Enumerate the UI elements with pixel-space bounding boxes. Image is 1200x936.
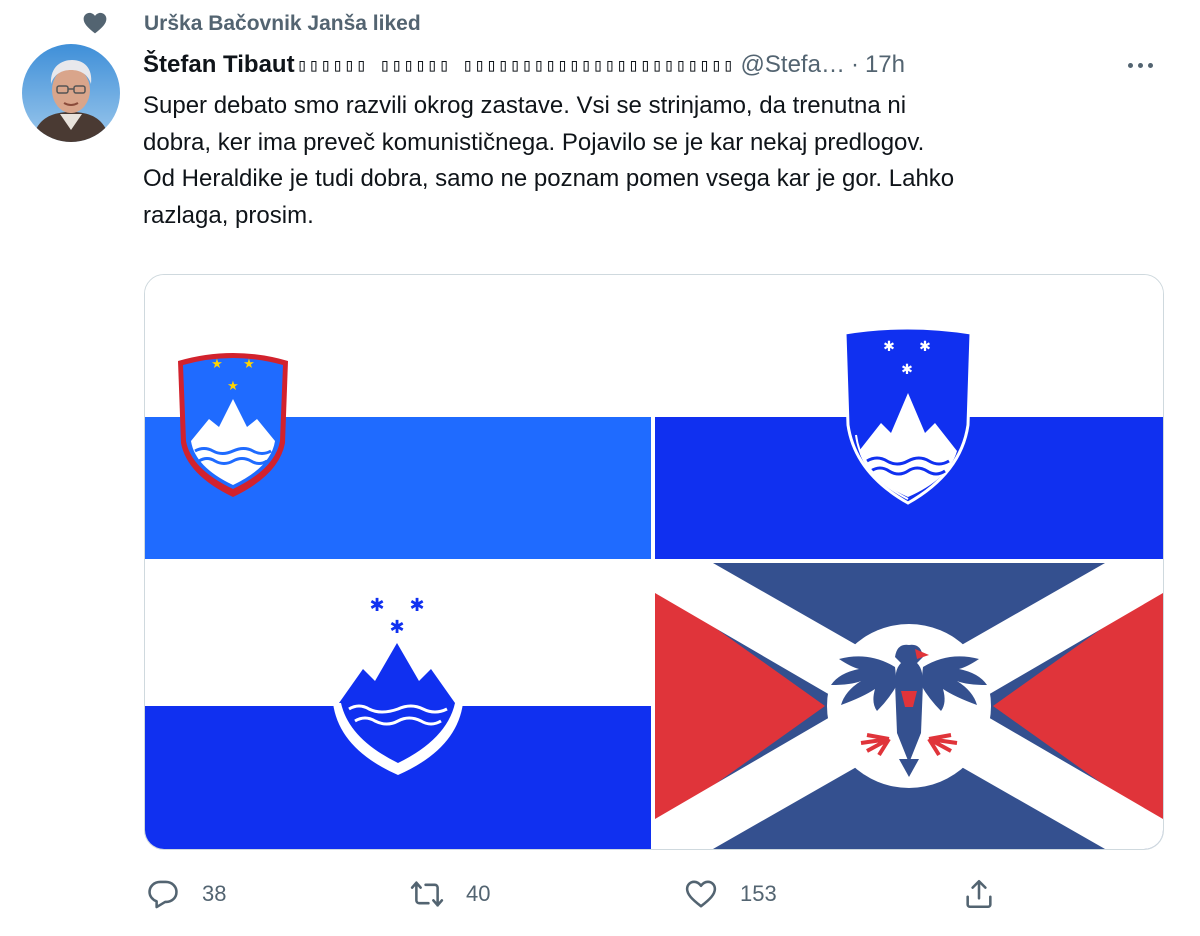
svg-text:✱: ✱ (369, 595, 384, 615)
share-icon (966, 879, 992, 909)
timestamp[interactable]: 17h (865, 51, 905, 79)
more-options-button[interactable] (1120, 50, 1160, 80)
separator-dot: · (850, 51, 859, 78)
svg-text:✱: ✱ (389, 617, 404, 637)
action-bar: 38 40 153 (140, 872, 1020, 916)
user-handle[interactable]: @Stefa… (741, 51, 845, 79)
reply-count: 38 (202, 881, 227, 906)
flag-blue-shield[interactable]: ✱ ✱ ✱ (655, 275, 1163, 559)
media-divider (145, 559, 1163, 563)
svg-text:✱: ✱ (901, 361, 913, 377)
retweet-icon (410, 881, 444, 907)
avatar[interactable] (22, 44, 120, 142)
tweet-header: Štefan Tibaut ▯▯▯▯▯▯ ▯▯▯▯▯▯ ▯▯▯▯▯▯▯▯▯▯▯▯… (143, 48, 1180, 82)
reply-icon (148, 880, 178, 909)
heart-icon (685, 880, 717, 908)
display-name-extra[interactable]: ▯▯▯▯▯▯ ▯▯▯▯▯▯ ▯▯▯▯▯▯▯▯▯▯▯▯▯▯▯▯▯▯▯▯▯▯▯ (297, 55, 735, 76)
retweet-button[interactable]: 40 (410, 872, 490, 916)
more-dot-icon (1147, 62, 1153, 68)
reply-button[interactable]: 38 (146, 872, 226, 916)
like-count: 153 (740, 881, 777, 906)
flag-red-border-shield[interactable]: ★ ★ ★ (145, 275, 651, 559)
media-grid[interactable]: ★ ★ ★ ✱ ✱ ✱ ✱ ✱ ✱ (144, 274, 1164, 850)
svg-text:★: ★ (243, 356, 255, 371)
svg-text:★: ★ (227, 378, 239, 393)
svg-text:✱: ✱ (883, 338, 895, 354)
svg-text:✱: ✱ (919, 338, 931, 354)
avatar-image (22, 44, 120, 142)
svg-text:★: ★ (211, 356, 223, 371)
svg-text:✱: ✱ (409, 595, 424, 615)
retweet-count: 40 (466, 881, 491, 906)
flag-white-shield[interactable]: ✱ ✱ ✱ (145, 563, 651, 849)
heart-icon (83, 12, 107, 34)
like-button[interactable]: 153 (684, 872, 777, 916)
tweet-text: Super debato smo razvili okrog zastave. … (143, 92, 955, 229)
display-name[interactable]: Štefan Tibaut (143, 51, 295, 79)
flag-saltire-eagle[interactable] (655, 563, 1163, 849)
share-button[interactable] (962, 872, 996, 916)
more-dot-icon (1127, 62, 1133, 68)
social-context-text[interactable]: Urška Bačovnik Janša liked (144, 12, 421, 36)
more-dot-icon (1137, 62, 1143, 68)
